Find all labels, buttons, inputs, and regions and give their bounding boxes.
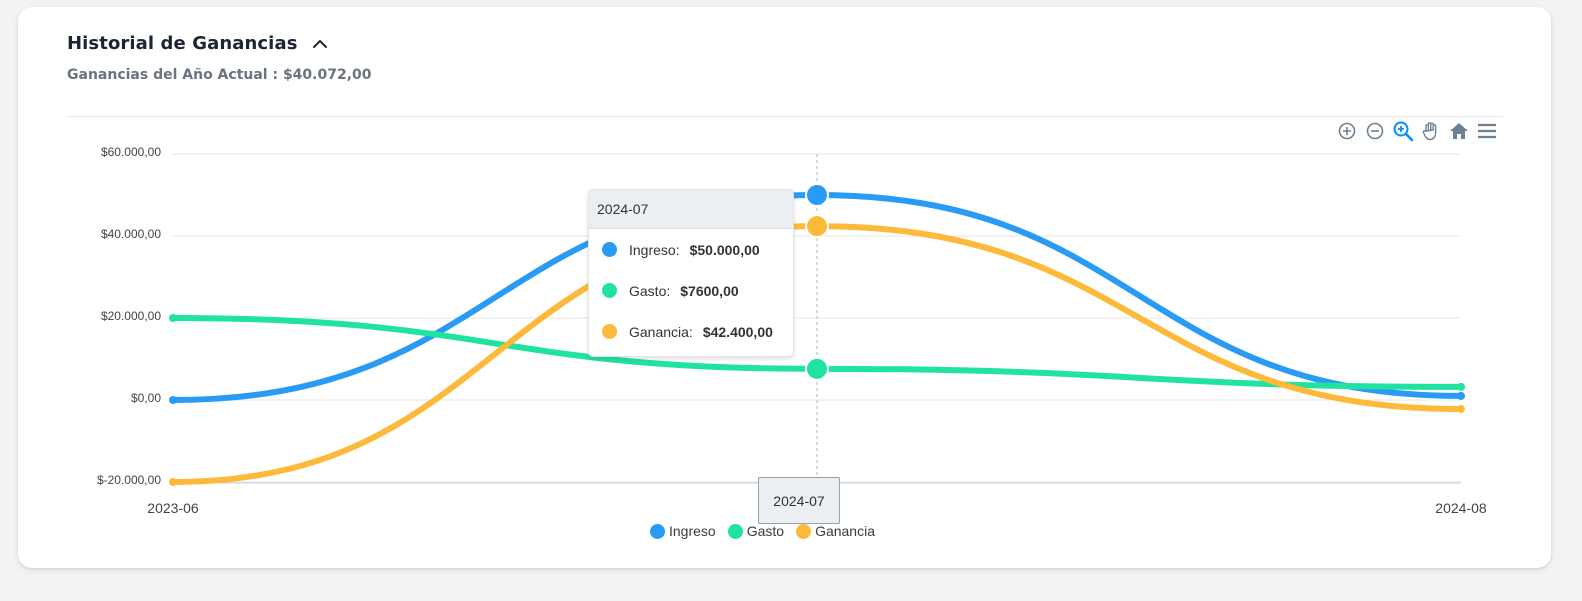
data-point-ganancia[interactable] [805, 214, 829, 239]
gasto-dot-icon [727, 523, 743, 539]
data-point-ganancia[interactable] [169, 478, 177, 486]
tooltip-value: $42.400,00 [702, 323, 773, 340]
x-tick-label: 2023-06 [147, 500, 199, 516]
x-tick-label: 2024-08 [1435, 500, 1487, 516]
data-point-ingreso[interactable] [169, 396, 177, 404]
legend-label: Gasto [746, 523, 785, 539]
data-point-gasto[interactable] [169, 314, 177, 322]
tooltip-label: Gasto: [629, 282, 671, 299]
tooltip-value: $7600,00 [680, 282, 739, 299]
ganancia-dot-icon [602, 324, 617, 339]
chart-tooltip: 2024-07 Ingreso: $50.000,00 Gasto: $7600… [588, 189, 794, 357]
y-tick-label: $60.000,00 [101, 145, 161, 159]
ingreso-dot-icon [602, 242, 617, 257]
y-tick-label: $40.000,00 [101, 227, 161, 241]
y-tick-label: $-20.000,00 [97, 473, 161, 487]
y-axis-labels: $60.000,00 $40.000,00 $20.000,00 $0,00 $-20.… [97, 145, 161, 487]
data-point-ingreso[interactable] [1457, 391, 1465, 400]
data-point-gasto[interactable] [805, 356, 829, 381]
data-point-gasto[interactable] [1457, 382, 1465, 391]
tooltip-label: Ingreso: [629, 241, 680, 258]
tooltip-title: 2024-07 [589, 190, 793, 229]
crosshair-x-label: 2024-07 [758, 477, 840, 524]
legend-item-ingreso[interactable]: Ingreso [650, 523, 716, 539]
y-tick-label: $20.000,00 [101, 309, 161, 323]
legend-label: Ganancia [815, 523, 875, 539]
tooltip-label: Ganancia: [629, 323, 693, 340]
tooltip-row-ingreso: Ingreso: $50.000,00 [589, 229, 793, 270]
data-point-ganancia[interactable] [1457, 405, 1465, 414]
y-tick-label: $0,00 [131, 391, 161, 405]
legend-item-gasto[interactable]: Gasto [727, 523, 785, 539]
tooltip-row-gasto: Gasto: $7600,00 [589, 270, 793, 311]
legend-item-ganancia[interactable]: Ganancia [796, 523, 875, 539]
data-point-ingreso[interactable] [805, 183, 829, 207]
ingreso-dot-icon [650, 523, 665, 539]
legend-label: Ingreso [669, 523, 716, 539]
ganancia-dot-icon [796, 523, 812, 539]
gasto-dot-icon [602, 283, 617, 298]
tooltip-row-ganancia: Ganancia: $42.400,00 [589, 311, 793, 352]
chart-legend: Ingreso Gasto Ganancia [650, 523, 875, 539]
tooltip-value: $50.000,00 [689, 241, 760, 258]
